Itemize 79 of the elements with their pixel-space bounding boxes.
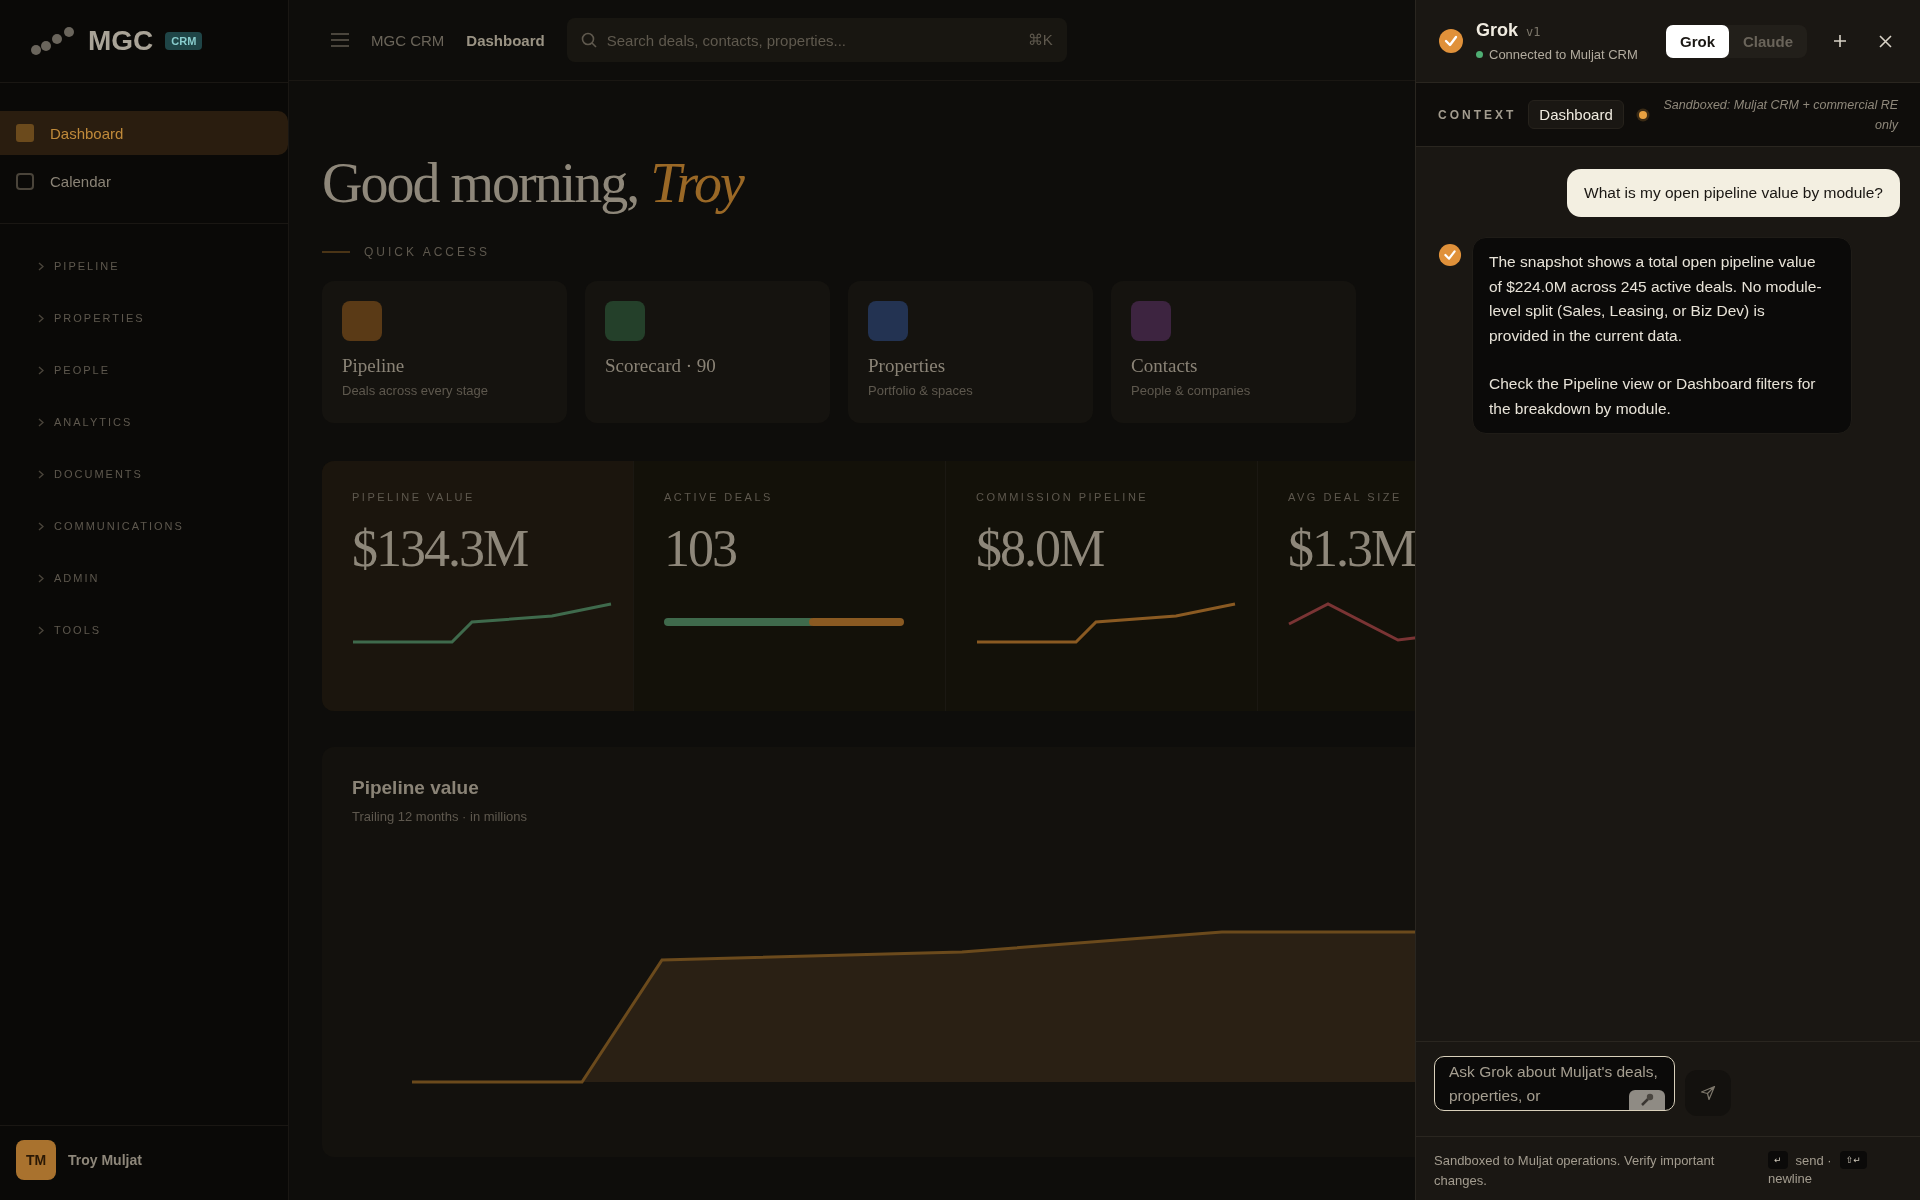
chevron-icon bbox=[38, 573, 44, 583]
chevron-icon bbox=[38, 469, 44, 479]
user-message: What is my open pipeline value by module? bbox=[1567, 169, 1900, 217]
nav-item[interactable]: Calendar bbox=[0, 159, 288, 203]
shortcut-label: newline bbox=[1768, 1171, 1813, 1186]
card-title: Pipeline bbox=[342, 355, 406, 377]
nav-group[interactable]: PIPELINE bbox=[54, 260, 120, 272]
card-subtitle: People & companies bbox=[1131, 383, 1252, 398]
shortcut-hint: ⌘K bbox=[1027, 31, 1053, 49]
quick-access-card[interactable]: Scorecard · 90 bbox=[585, 281, 830, 423]
kpi-label: ACTIVE DEALS bbox=[664, 491, 773, 503]
nav-group[interactable]: DOCUMENTS bbox=[54, 468, 143, 480]
nav-group[interactable]: COMMUNICATIONS bbox=[54, 520, 184, 532]
send-button[interactable] bbox=[1685, 1070, 1731, 1116]
nav-group[interactable]: ADMIN bbox=[54, 572, 100, 584]
chart-subtitle: Trailing 12 months · in millions bbox=[352, 809, 528, 824]
nav-group[interactable]: ANALYTICS bbox=[54, 416, 133, 428]
shortcut-label: send · bbox=[1795, 1152, 1832, 1168]
quick-access-card[interactable]: Pipeline Deals across every stage bbox=[322, 281, 567, 423]
kpi-value: $1.3M bbox=[1288, 519, 1416, 578]
sandbox-note: Sandboxed: Muljat CRM + commercial RE only bbox=[1662, 96, 1898, 134]
assistant-avatar-icon bbox=[1438, 28, 1464, 54]
card-title: Properties bbox=[868, 355, 947, 377]
kpi-value: $8.0M bbox=[976, 519, 1104, 578]
calendar-icon bbox=[14, 170, 36, 192]
key-hint: ⇧↵ bbox=[1839, 1151, 1867, 1169]
kpi-label: PIPELINE VALUE bbox=[352, 491, 475, 503]
search-placeholder: Search deals, contacts, properties... bbox=[606, 31, 847, 49]
greeting: Good morning, Troy bbox=[322, 151, 743, 215]
connection-status: Connected to Muljat CRM bbox=[1489, 47, 1638, 62]
model-tab[interactable]: Grok bbox=[1665, 24, 1729, 58]
card-subtitle: Deals across every stage bbox=[342, 383, 489, 398]
kpi-label: COMMISSION PIPELINE bbox=[976, 491, 1149, 503]
breadcrumb-item[interactable]: Dashboard bbox=[466, 31, 545, 49]
chevron-icon bbox=[38, 313, 44, 323]
message-input[interactable]: Ask Grok about Muljat's deals, properties, or bbox=[1434, 1056, 1675, 1111]
key-hint: ↵ bbox=[1768, 1151, 1788, 1169]
section-label: QUICK ACCESS bbox=[364, 245, 491, 259]
nav-group[interactable]: PROPERTIES bbox=[54, 312, 145, 324]
chevron-icon bbox=[38, 417, 44, 427]
chevron-icon bbox=[38, 625, 44, 635]
kpi-label: AVG DEAL SIZE bbox=[1288, 491, 1402, 503]
chevron-icon bbox=[38, 365, 44, 375]
nav-group[interactable]: TOOLS bbox=[54, 624, 102, 636]
version-label: v1 bbox=[1526, 25, 1541, 39]
card-title: Scorecard · 90 bbox=[605, 355, 717, 377]
nav-item[interactable]: Dashboard bbox=[0, 111, 288, 155]
grid-icon bbox=[14, 122, 36, 144]
logo-icon bbox=[30, 25, 76, 57]
quick-access-card[interactable]: Properties Portfolio & spaces bbox=[848, 281, 1093, 423]
context-chip[interactable]: Dashboard bbox=[1528, 100, 1624, 129]
kpi-value: 103 bbox=[664, 519, 736, 578]
chevron-icon bbox=[38, 521, 44, 531]
card-title: Contacts bbox=[1131, 355, 1199, 377]
microphone-icon bbox=[1639, 1091, 1655, 1108]
search-icon bbox=[580, 32, 597, 48]
message-paragraph: The snapshot shows a total open pipeline value of $224.0M across 245 active deals. No module-level split (Sales, Leasing, or Biz Dev) is provided in the current data. bbox=[1489, 252, 1823, 346]
user-name: Troy Muljat bbox=[68, 1152, 142, 1168]
quick-access-card[interactable]: Contacts People & companies bbox=[1111, 281, 1356, 423]
context-label: CONTEXT bbox=[1438, 107, 1517, 122]
brand-name: MGC bbox=[88, 25, 154, 57]
brand-badge: CRM bbox=[165, 32, 203, 50]
assistant-title: Grok bbox=[1476, 20, 1518, 41]
send-icon bbox=[1700, 1085, 1716, 1101]
footer-note: Sandboxed to Muljat operations. Verify important changes. bbox=[1434, 1152, 1716, 1186]
nav-group[interactable]: PEOPLE bbox=[54, 364, 111, 376]
message-paragraph: Check the Pipeline view or Dashboard filters for the breakdown by module. bbox=[1489, 374, 1817, 419]
close-icon bbox=[1879, 34, 1892, 48]
indicator-dot-icon bbox=[1635, 107, 1650, 122]
assistant-avatar-icon bbox=[1438, 243, 1462, 267]
chevron-icon bbox=[38, 261, 44, 271]
user-avatar: TM bbox=[16, 1140, 56, 1180]
search-field[interactable]: Search deals, contacts, properties... ⌘K bbox=[566, 18, 1067, 62]
kpi-value: $134.3M bbox=[352, 519, 528, 578]
plus-icon bbox=[1833, 34, 1847, 48]
model-tab[interactable]: Claude bbox=[1729, 24, 1807, 58]
chart-title: Pipeline value bbox=[352, 777, 479, 799]
card-subtitle: Portfolio & spaces bbox=[868, 383, 974, 398]
breadcrumb-item[interactable]: MGC CRM bbox=[371, 31, 445, 49]
